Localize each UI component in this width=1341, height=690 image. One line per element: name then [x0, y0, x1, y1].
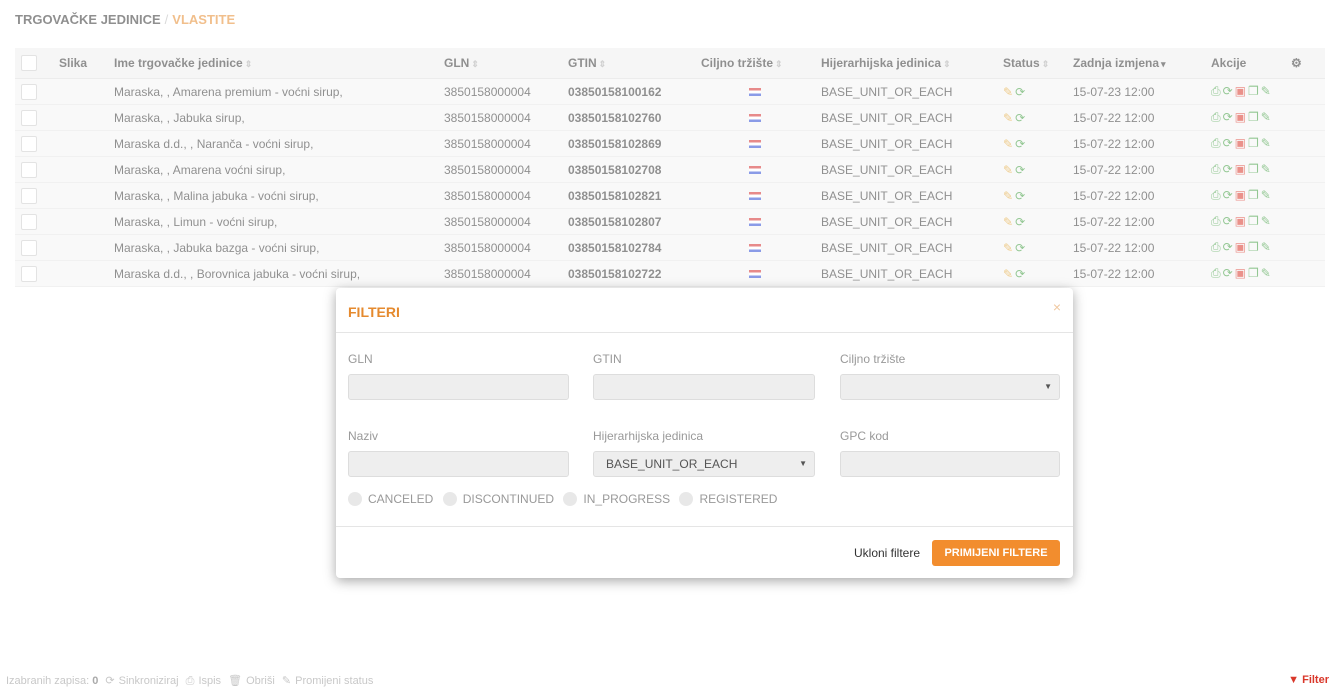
delete-button[interactable]: Obriši: [246, 675, 275, 687]
modal-divider: [336, 526, 1073, 527]
sync-button[interactable]: Sinkroniziraj: [119, 675, 179, 687]
gln-input[interactable]: [348, 374, 569, 400]
apply-filters-button[interactable]: PRIMIJENI FILTERE: [932, 540, 1060, 566]
gln-label: GLN: [348, 352, 373, 366]
name-input[interactable]: [348, 451, 569, 477]
modal-divider: [336, 332, 1073, 333]
sync-icon[interactable]: ⟳: [105, 675, 114, 687]
page: TRGOVAČKE JEDINICE / VLASTITE Slika Ime tr…: [0, 0, 1341, 690]
filter-icon: ▼: [1288, 674, 1300, 686]
radio-circle-icon: [563, 492, 578, 506]
status-option-label: CANCELED: [368, 492, 434, 506]
selected-count-label: Izabranih zapisa:: [6, 675, 90, 687]
status-radio-canceled[interactable]: CANCELED: [348, 492, 433, 506]
gtin-input[interactable]: [593, 374, 815, 400]
name-label: Naziv: [348, 429, 379, 443]
caret-down-icon: ▼: [799, 459, 807, 468]
status-radio-discontinued[interactable]: DISCONTINUED: [442, 492, 555, 506]
trash-icon[interactable]: 🗑: [228, 675, 242, 687]
status-radio-registered[interactable]: REGISTERED: [679, 492, 777, 506]
filter-modal: FILTERI × GLN GTIN Ciljno tržište ▼ Nazi…: [336, 288, 1073, 578]
filter-label: Filter: [1302, 674, 1329, 686]
gpc-label: GPC kod: [840, 429, 889, 443]
close-icon[interactable]: ×: [1053, 299, 1061, 315]
status-radio-group: CANCELED DISCONTINUED IN_PROGRESS REGIST…: [348, 492, 783, 509]
gpc-input[interactable]: [840, 451, 1060, 477]
status-option-label: REGISTERED: [699, 492, 778, 506]
print-icon[interactable]: ⎙: [186, 675, 195, 687]
radio-circle-icon: [679, 492, 694, 506]
hierarchy-label: Hijerarhijska jedinica: [593, 429, 704, 443]
bulk-actions-bar: Izabranih zapisa: 0 ⟳ Sinkroniziraj ⎙ Ispi…: [6, 674, 373, 688]
hierarchy-select-value: BASE_UNIT_OR_EACH: [606, 457, 738, 471]
modal-title: FILTERI: [348, 304, 400, 320]
status-option-label: DISCONTINUED: [462, 492, 555, 506]
print-button[interactable]: Ispis: [198, 675, 221, 687]
filter-toggle[interactable]: ▼ Filter: [1288, 674, 1329, 686]
change-status-button[interactable]: Promijeni status: [295, 675, 373, 687]
caret-down-icon: ▼: [1044, 382, 1052, 391]
market-select[interactable]: ▼: [840, 374, 1060, 400]
clear-filters-button[interactable]: Ukloni filtere: [854, 546, 920, 560]
hierarchy-select[interactable]: BASE_UNIT_OR_EACH ▼: [593, 451, 815, 477]
market-label: Ciljno tržište: [840, 352, 906, 366]
selected-count: 0: [92, 675, 99, 687]
radio-circle-icon: [348, 492, 362, 506]
status-radio-in-progress[interactable]: IN_PROGRESS: [563, 492, 670, 506]
radio-circle-icon: [442, 492, 457, 506]
pencil-icon[interactable]: ✎: [282, 675, 291, 687]
gtin-label: GTIN: [593, 352, 622, 366]
status-option-label: IN_PROGRESS: [583, 492, 671, 506]
